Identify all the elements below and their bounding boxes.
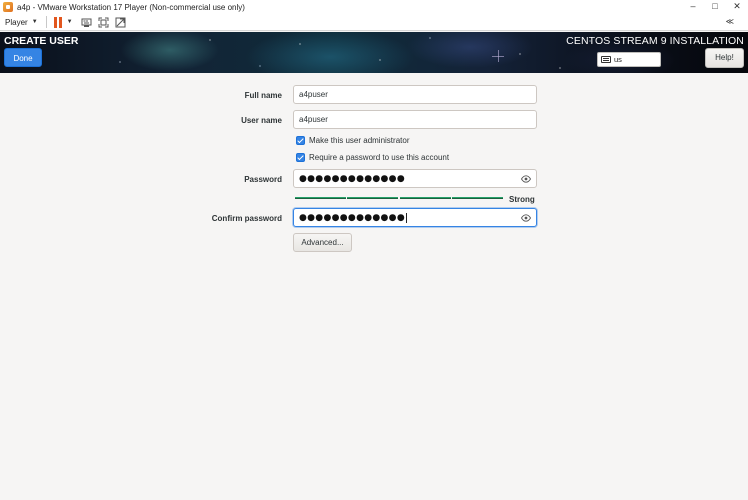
send-ctrl-alt-del-icon[interactable] (81, 17, 92, 28)
strength-segment (451, 197, 503, 199)
confirm-password-field[interactable]: ●●●●●●●●●●●●● (293, 208, 537, 227)
password-strength-label: Strong (509, 195, 535, 204)
unity-icon[interactable] (115, 17, 126, 28)
require-password-checkbox-label[interactable]: Require a password to use this account (309, 153, 449, 162)
require-password-checkbox-row[interactable]: Require a password to use this account (296, 153, 449, 162)
player-toolbar: Player ▼ ▼ ≪ (0, 14, 748, 31)
product-title: CENTOS STREAM 9 INSTALLATION (566, 35, 744, 47)
admin-checkbox-row[interactable]: Make this user administrator (296, 136, 409, 145)
password-field[interactable]: ●●●●●●●●●●●●● (293, 169, 537, 188)
help-button[interactable]: Help! (705, 48, 744, 68)
strength-segment (347, 197, 399, 199)
show-password-eye-icon[interactable] (521, 175, 531, 183)
window-title: a4p - VMware Workstation 17 Player (Non-… (17, 2, 245, 12)
pause-menu-chevron-icon[interactable]: ▼ (67, 19, 73, 25)
close-button[interactable]: ✕ (726, 0, 748, 14)
keyboard-layout-indicator[interactable]: us (597, 52, 661, 67)
password-value: ●●●●●●●●●●●●● (299, 173, 405, 184)
window-titlebar: a4p - VMware Workstation 17 Player (Non-… (0, 0, 748, 14)
user-name-field[interactable]: a4puser (293, 110, 537, 129)
chevron-down-icon: ▼ (31, 19, 38, 25)
player-menu-label: Player (5, 17, 28, 27)
minimize-button[interactable]: – (682, 0, 704, 14)
confirm-password-value: ●●●●●●●●●●●●● (299, 212, 405, 223)
full-name-value: a4puser (299, 90, 328, 99)
show-confirm-password-eye-icon[interactable] (521, 214, 531, 222)
password-label: Password (244, 175, 282, 184)
collapse-toolbar-icon[interactable]: ≪ (726, 17, 734, 26)
admin-checkbox[interactable] (296, 136, 305, 145)
window-controls: – □ ✕ (682, 0, 748, 14)
star-spoke-decoration (492, 50, 504, 62)
user-name-label: User name (241, 116, 282, 125)
vmware-app-icon (3, 2, 13, 12)
installer-header: CREATE USER Done CENTOS STREAM 9 INSTALL… (0, 32, 748, 73)
require-password-checkbox[interactable] (296, 153, 305, 162)
password-strength-bar (295, 197, 503, 199)
full-name-label: Full name (244, 91, 282, 100)
user-name-value: a4puser (299, 115, 328, 124)
toolbar-separator (45, 16, 47, 28)
keyboard-icon (601, 56, 611, 63)
confirm-password-label: Confirm password (211, 214, 282, 223)
pause-icon[interactable] (53, 16, 62, 28)
strength-segment (295, 197, 346, 199)
text-cursor (406, 212, 407, 223)
player-menu[interactable]: Player ▼ (5, 18, 38, 27)
maximize-button[interactable]: □ (704, 0, 726, 14)
advanced-button[interactable]: Advanced... (293, 233, 352, 252)
spoke-title: CREATE USER (4, 35, 79, 47)
strength-segment (399, 197, 451, 199)
keyboard-layout-value: us (614, 55, 622, 64)
done-button[interactable]: Done (4, 48, 42, 67)
full-name-field[interactable]: a4puser (293, 85, 537, 104)
fullscreen-icon[interactable] (98, 17, 109, 28)
admin-checkbox-label[interactable]: Make this user administrator (309, 136, 409, 145)
